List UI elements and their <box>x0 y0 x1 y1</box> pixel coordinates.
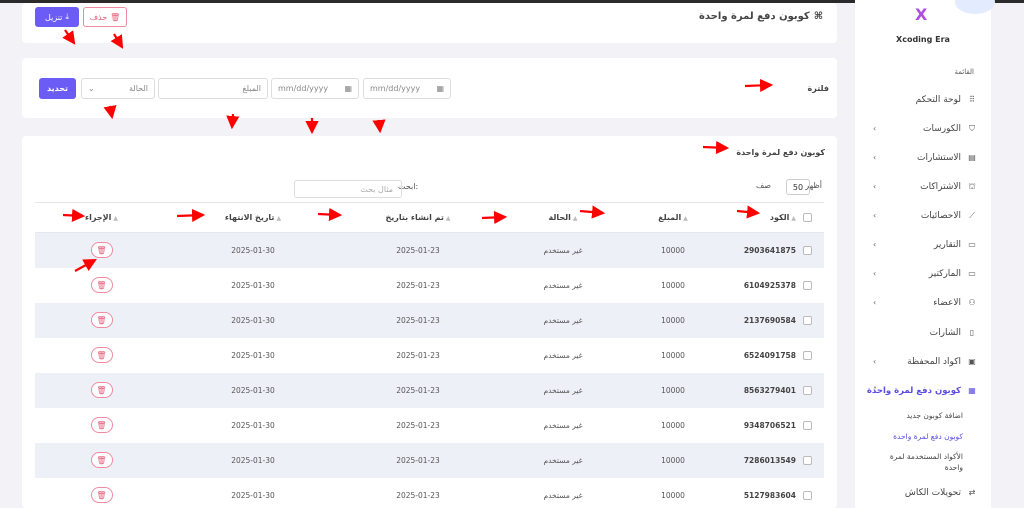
annotation-arrows <box>62 29 774 272</box>
